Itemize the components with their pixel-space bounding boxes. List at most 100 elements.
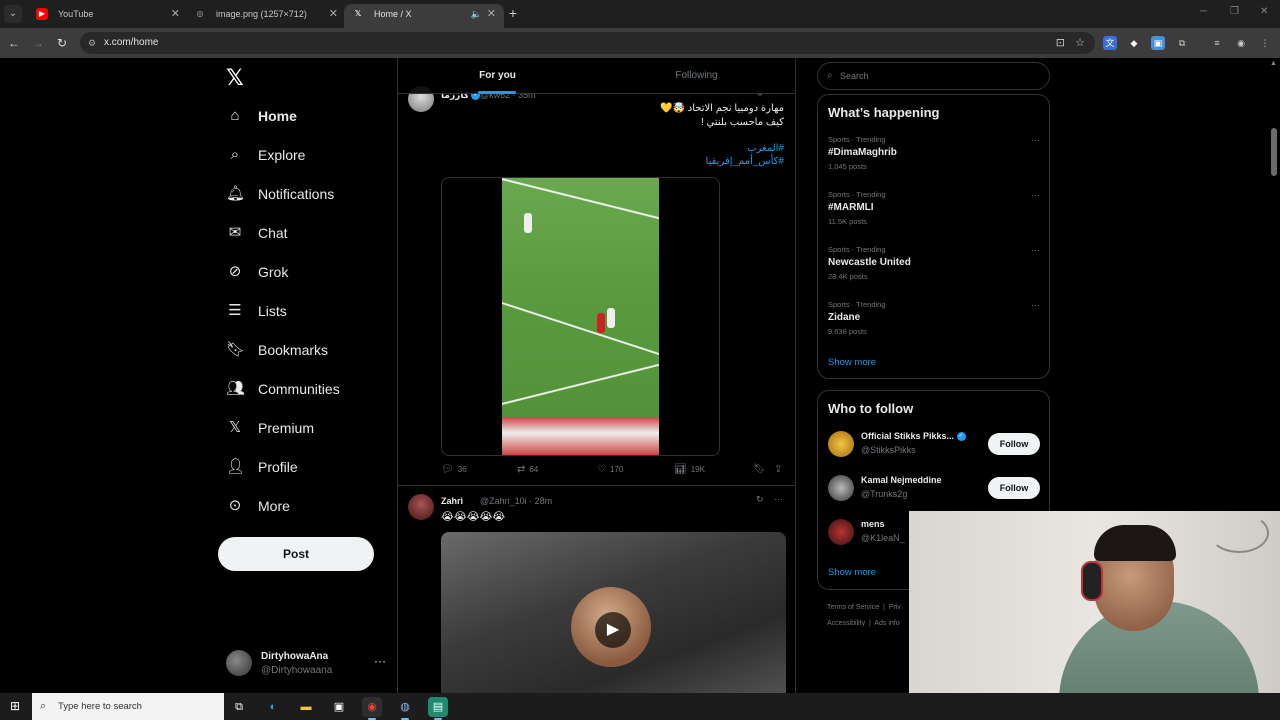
close-icon[interactable]: ✕: [171, 4, 180, 24]
address-bar[interactable]: ⚙ x.com/home ⊡ ☆: [80, 32, 1095, 54]
post-button[interactable]: Post: [218, 537, 374, 571]
nav-bookmarks[interactable]: 🔖︎ Bookmarks: [226, 332, 328, 368]
scroll-up-icon[interactable]: ▲: [1270, 60, 1277, 67]
image-extension-icon[interactable]: ▣: [1151, 36, 1165, 50]
trend-item[interactable]: Sports · Trending Zidane 9,638 posts ···: [828, 300, 1040, 336]
footer-link[interactable]: Ads info: [874, 620, 899, 627]
install-icon[interactable]: ⊡: [1056, 32, 1065, 54]
hashtag-link[interactable]: #المغرب: [747, 143, 784, 154]
nav-more[interactable]: ⊙ More: [226, 488, 290, 524]
browser-tab-youtube[interactable]: ▶ YouTube ✕: [28, 4, 188, 28]
nav-profile[interactable]: 👤︎ Profile: [226, 449, 298, 485]
new-tab-button[interactable]: +: [505, 5, 521, 21]
footer-link[interactable]: Terms of Service: [827, 604, 879, 611]
tweet-author-name[interactable]: Zahri: [441, 496, 463, 506]
suggestion-name-text: Official Stikks Pikks...: [861, 431, 955, 441]
show-more-link[interactable]: Show more: [828, 567, 876, 578]
nav-label: Bookmarks: [258, 342, 329, 358]
follow-button[interactable]: Follow: [988, 477, 1040, 499]
forward-icon[interactable]: →: [30, 35, 46, 51]
file-explorer-icon[interactable]: ▬: [296, 697, 316, 717]
restore-icon[interactable]: ❐: [1230, 6, 1239, 17]
show-more-link[interactable]: Show more: [828, 357, 876, 368]
trend-item[interactable]: Sports · Trending #DimaMaghrib 1,045 pos…: [828, 135, 1040, 171]
footer-link[interactable]: Accessibility: [827, 620, 865, 627]
speaker-icon[interactable]: 🔈: [471, 4, 482, 24]
reload-icon[interactable]: ↻: [54, 35, 70, 51]
search-input[interactable]: ⌕ Search: [817, 62, 1050, 90]
back-icon[interactable]: ←: [6, 35, 22, 51]
repost-button[interactable]: ⇄ 64: [517, 464, 538, 475]
trend-item[interactable]: Sports · Trending Newcastle United 28.4K…: [828, 245, 1040, 281]
follow-suggestion[interactable]: Official Stikks Pikks... ✓ @StikksPikks …: [828, 429, 1040, 459]
close-icon[interactable]: ✕: [329, 4, 338, 24]
more-icon[interactable]: ···: [1031, 245, 1040, 255]
tab-following[interactable]: Following: [597, 58, 795, 94]
nav-premium[interactable]: 𝕏 Premium: [226, 410, 314, 446]
share-button[interactable]: ⇪: [774, 464, 786, 475]
profile-icon[interactable]: ◉: [1234, 36, 1248, 50]
close-icon[interactable]: ✕: [487, 4, 496, 24]
browser-tab-x[interactable]: 𝕏 Home / X 🔈 ✕: [344, 4, 504, 28]
tweet-author-handle[interactable]: @Zahri_10i · 28m: [480, 496, 552, 506]
trend-item[interactable]: Sports · Trending #MARMLI 11.5K posts ··…: [828, 190, 1040, 226]
panel-title: What’s happening: [828, 105, 940, 120]
grok-icon[interactable]: ↻: [756, 494, 764, 505]
star-icon[interactable]: ☆: [1075, 32, 1085, 54]
suggestion-handle: @K1leaN_: [861, 533, 905, 543]
trend-name: #MARMLI: [828, 202, 874, 213]
diamond-extension-icon[interactable]: ◆: [1127, 36, 1141, 50]
trend-posts: 1,045 posts: [828, 162, 867, 171]
play-icon[interactable]: ▶: [595, 612, 631, 648]
nav-chat[interactable]: ✉ Chat: [226, 215, 288, 251]
nav-communities[interactable]: 👥︎ Communities: [226, 371, 340, 407]
nav-explore[interactable]: ⌕ Explore: [226, 137, 306, 173]
verified-badge-icon: ✓: [956, 432, 966, 442]
windows-start-icon[interactable]: ⊞: [8, 699, 22, 713]
nav-home[interactable]: ⌂ Home: [226, 98, 296, 134]
tweet-video[interactable]: [441, 177, 720, 456]
tweet-video[interactable]: ▶: [441, 532, 786, 693]
nav-grok[interactable]: ⊘ Grok: [226, 254, 289, 290]
tweet[interactable]: Zahri @Zahri_10i · 28m ↻ ··· 😭😭😭😭😭 ▶: [398, 486, 795, 693]
trend-posts: 9,638 posts: [828, 327, 867, 336]
extensions-icon[interactable]: ⧉: [1175, 36, 1189, 50]
app-icon[interactable]: ▤: [428, 697, 448, 720]
tab-search-button[interactable]: ⌄: [4, 5, 22, 23]
task-view-icon[interactable]: ⧉: [229, 697, 249, 717]
avatar[interactable]: [408, 494, 434, 520]
account-switcher[interactable]: DirtyhowaAna @Dirtyhowaana ···: [226, 648, 386, 678]
discord-icon[interactable]: ◍: [395, 697, 415, 720]
nav-notifications[interactable]: 🔔︎ Notifications: [226, 176, 334, 212]
edge-icon[interactable]: ◐: [263, 697, 283, 717]
like-button[interactable]: ♡ 170: [597, 464, 623, 475]
nav-lists[interactable]: ☰ Lists: [226, 293, 287, 329]
hashtag-link[interactable]: #كأس_أمم_إفريقيا: [706, 156, 784, 167]
minimize-icon[interactable]: ─: [1200, 6, 1207, 17]
chrome-icon[interactable]: ◉: [362, 697, 382, 720]
media-controls-icon[interactable]: ≡: [1210, 36, 1224, 50]
tab-title: image.png (1257×712): [216, 9, 307, 19]
follow-button[interactable]: Follow: [988, 433, 1040, 455]
close-window-icon[interactable]: ✕: [1260, 6, 1268, 17]
bookmark-button[interactable]: 🔖︎: [753, 464, 770, 475]
more-icon[interactable]: ···: [1031, 300, 1040, 310]
tweet[interactable]: كارزما ✓ @kw62 · 35m ↻ مهارة دومبيا نجم …: [398, 86, 795, 486]
translate-extension-icon[interactable]: 文: [1103, 36, 1117, 50]
more-icon[interactable]: ···: [1031, 135, 1040, 145]
more-icon[interactable]: ···: [1031, 190, 1040, 200]
views-button[interactable]: 📊︎ 19K: [674, 464, 705, 475]
footer-link[interactable]: Priv: [889, 604, 901, 611]
site-info-icon[interactable]: ⚙: [88, 32, 96, 54]
browser-tab-image[interactable]: ◎ image.png (1257×712) ✕: [186, 4, 346, 28]
follow-suggestion[interactable]: Kamal Nejmeddine @Trunks2g Follow: [828, 473, 1040, 503]
x-logo-icon[interactable]: 𝕏: [226, 66, 244, 91]
globe-icon: ◎: [196, 9, 204, 18]
tab-for-you[interactable]: For you: [398, 58, 597, 94]
more-icon[interactable]: ···: [774, 494, 783, 504]
store-icon[interactable]: ▣: [329, 697, 349, 717]
scroll-thumb[interactable]: [1271, 128, 1277, 176]
menu-icon[interactable]: ⋮: [1258, 36, 1272, 50]
reply-button[interactable]: 💬︎ 36: [441, 464, 467, 475]
taskbar-search[interactable]: ⌕ Type here to search: [32, 693, 224, 720]
